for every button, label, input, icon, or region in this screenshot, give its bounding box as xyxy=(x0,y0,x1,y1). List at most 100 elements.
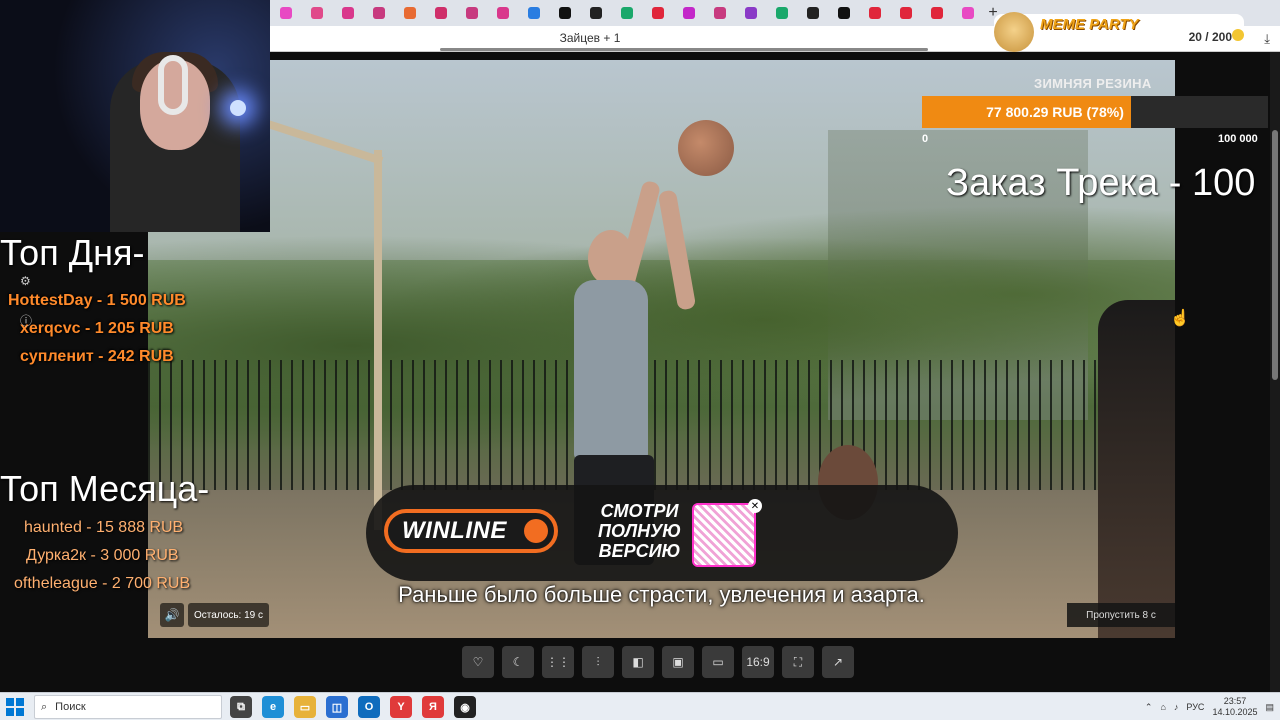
meme-party-widget: MEME PARTY 20 / 200 xyxy=(994,12,1244,52)
notifications-icon[interactable]: ▤ xyxy=(1265,702,1274,713)
tab-favicon-icon xyxy=(434,7,447,19)
coin-icon xyxy=(1232,29,1244,41)
obs-icon[interactable]: ◉ xyxy=(454,696,476,718)
scrollbar-thumb[interactable] xyxy=(1272,130,1278,380)
browser-tab[interactable] xyxy=(642,0,673,26)
task-view-icon[interactable]: ⧉ xyxy=(230,696,252,718)
taskbar: ⌕ Поиск ⧉ e ▭ ◫ O Y Я ◉ ⌃ ⌂ ♪ РУС 23:57 … xyxy=(0,692,1280,720)
tab-favicon-icon xyxy=(465,7,478,19)
tab-favicon-icon xyxy=(279,7,292,19)
info-icon[interactable]: ⓘ xyxy=(20,312,32,329)
windows-start-icon[interactable] xyxy=(6,698,24,716)
loading-line xyxy=(440,48,928,51)
goal-max: 100 000 xyxy=(1218,133,1258,145)
tab-favicon-icon xyxy=(744,7,757,19)
language-indicator[interactable]: РУС xyxy=(1186,702,1204,712)
open-external-icon[interactable]: ↗ xyxy=(822,646,854,678)
qr-code-icon[interactable] xyxy=(692,503,756,567)
browser-tab[interactable] xyxy=(487,0,518,26)
volume-icon[interactable]: ♪ xyxy=(1174,702,1179,712)
tab-favicon-icon xyxy=(496,7,509,19)
tab-favicon-icon xyxy=(806,7,819,19)
video-player[interactable]: WINLINE СМОТРИ ПОЛНУЮ ВЕРСИЮ ✕ Раньше было… xyxy=(148,60,1175,638)
top-month-1: haunted - 15 888 RUB xyxy=(24,519,184,536)
top-day-3: супленит - 242 RUB xyxy=(20,348,174,365)
clock[interactable]: 23:57 14.10.2025 xyxy=(1212,696,1257,718)
browser-tab[interactable] xyxy=(797,0,828,26)
screen: + Зайцев + 1 ⤓ WINLINE СМОТРИ ПОЛНУЮ ВЕРС xyxy=(0,0,1280,720)
browser-tab[interactable] xyxy=(611,0,642,26)
winline-text: WINLINE xyxy=(402,517,507,544)
meme-party-title: MEME PARTY xyxy=(1040,16,1139,33)
clock-date: 14.10.2025 xyxy=(1212,707,1258,717)
ad-banner[interactable]: WINLINE СМОТРИ ПОЛНУЮ ВЕРСИЮ ✕ xyxy=(366,485,958,581)
ad-close-icon[interactable]: ✕ xyxy=(748,499,762,513)
browser-tab[interactable] xyxy=(425,0,456,26)
doge-icon xyxy=(994,12,1034,52)
tab-favicon-icon xyxy=(403,7,416,19)
pip-icon[interactable]: ▭ xyxy=(702,646,734,678)
skip-ad-button[interactable]: Пропустить 8 с xyxy=(1067,603,1175,627)
browser-tab[interactable] xyxy=(301,0,332,26)
outlook-icon[interactable]: O xyxy=(358,696,380,718)
grid-icon[interactable]: ⋮⋮ xyxy=(542,646,574,678)
edge-icon[interactable]: e xyxy=(262,696,284,718)
tab-favicon-icon xyxy=(837,7,850,19)
network-icon[interactable]: ⌂ xyxy=(1160,702,1165,712)
top-day-title: Топ Дня- xyxy=(0,232,145,273)
gear-icon[interactable]: ⚙ xyxy=(20,274,31,288)
video-subtitle: Раньше было больше страсти, увлечения и … xyxy=(398,582,925,607)
browser-tab[interactable] xyxy=(518,0,549,26)
player-controls: ♡ ☾ ⋮⋮ ⫶ ◧ ▣ ▭ 16:9 ⛶ ↗ xyxy=(462,646,854,678)
tab-favicon-icon xyxy=(682,7,695,19)
aspect-ratio-button[interactable]: 16:9 xyxy=(742,646,774,678)
tab-favicon-icon xyxy=(775,7,788,19)
browser-tab[interactable] xyxy=(394,0,425,26)
fullscreen-icon[interactable]: ⛶ xyxy=(782,646,814,678)
picture-icon[interactable]: ▣ xyxy=(662,646,694,678)
goal-min: 0 xyxy=(922,133,929,145)
basketball xyxy=(678,120,734,176)
search-icon: ⌕ xyxy=(41,700,48,713)
moon-icon[interactable]: ☾ xyxy=(502,646,534,678)
browser-tab[interactable] xyxy=(735,0,766,26)
browser-tab[interactable] xyxy=(363,0,394,26)
meme-party-count: 20 / 200 xyxy=(1188,30,1232,44)
top-day-1: HottestDay - 1 500 RUB xyxy=(8,292,186,309)
browser-tab[interactable] xyxy=(456,0,487,26)
taskbar-search[interactable]: ⌕ Поиск xyxy=(34,695,222,719)
mute-icon[interactable]: 🔊 xyxy=(160,603,184,627)
ad-remaining: Осталось: 19 с xyxy=(188,603,269,627)
browser-tab[interactable] xyxy=(952,0,983,26)
browser-tab[interactable] xyxy=(921,0,952,26)
browser-tab[interactable] xyxy=(766,0,797,26)
tray-up-icon[interactable]: ⌃ xyxy=(1145,702,1153,713)
browser-tab[interactable] xyxy=(549,0,580,26)
browser-tab[interactable] xyxy=(673,0,704,26)
top-day-2: xerqcvc - 1 205 RUB xyxy=(20,320,174,337)
browser-tab[interactable] xyxy=(890,0,921,26)
download-icon[interactable]: ⤓ xyxy=(1264,31,1270,47)
track-order-label: Заказ Трека - 100 xyxy=(946,162,1256,204)
browser-tab[interactable] xyxy=(580,0,611,26)
browser-tab[interactable] xyxy=(828,0,859,26)
tab-favicon-icon xyxy=(341,7,354,19)
browser-tab[interactable] xyxy=(332,0,363,26)
search-placeholder: Поиск xyxy=(55,701,86,713)
explorer-icon[interactable]: ▭ xyxy=(294,696,316,718)
mirror-icon[interactable]: ◧ xyxy=(622,646,654,678)
browser-tab[interactable] xyxy=(704,0,735,26)
tab-favicon-icon xyxy=(558,7,571,19)
yandex-icon[interactable]: Я xyxy=(422,696,444,718)
store-icon[interactable]: ◫ xyxy=(326,696,348,718)
like-icon[interactable]: ♡ xyxy=(462,646,494,678)
browser-tab[interactable] xyxy=(859,0,890,26)
audio-icon[interactable]: ⫶ xyxy=(582,646,614,678)
browser-tab[interactable] xyxy=(270,0,301,26)
tab-favicon-icon xyxy=(372,7,385,19)
top-month-3: oftheleague - 2 700 RUB xyxy=(14,575,191,592)
webcam xyxy=(0,0,270,232)
tab-favicon-icon xyxy=(527,7,540,19)
yandex-browser-icon[interactable]: Y xyxy=(390,696,412,718)
top-month-2: Дурка2к - 3 000 RUB xyxy=(26,547,179,564)
